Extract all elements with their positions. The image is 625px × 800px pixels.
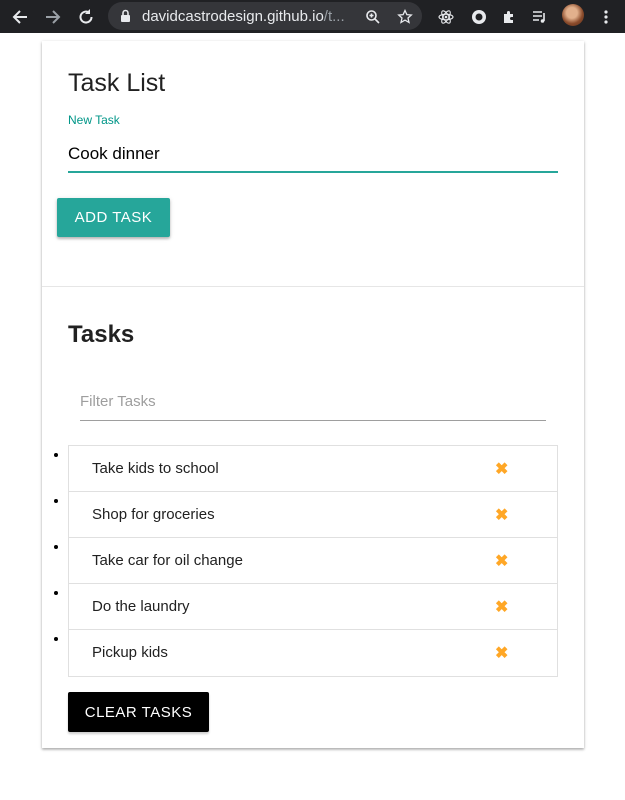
task-list: Take kids to school ✖ Shop for groceries…	[68, 445, 558, 677]
delete-task-icon[interactable]: ✖	[495, 459, 508, 479]
section-divider	[42, 286, 584, 287]
task-item: Pickup kids ✖	[69, 630, 557, 676]
task-text: Take kids to school	[92, 460, 219, 477]
browser-toolbar: davidcastrodesign.github.io/t...	[0, 0, 625, 33]
back-icon[interactable]	[8, 0, 32, 33]
task-text: Do the laundry	[92, 598, 190, 615]
menu-icon[interactable]	[596, 0, 616, 33]
task-text: Pickup kids	[92, 644, 168, 661]
forward-icon[interactable]	[41, 0, 65, 33]
page-title: Task List	[68, 69, 166, 97]
tasks-heading: Tasks	[68, 321, 135, 348]
task-text: Shop for groceries	[92, 506, 215, 523]
task-item: Do the laundry ✖	[69, 584, 557, 630]
clear-tasks-button[interactable]: Clear Tasks	[68, 692, 209, 732]
zoom-icon[interactable]	[363, 0, 383, 33]
delete-task-icon[interactable]: ✖	[495, 597, 508, 617]
new-task-input[interactable]	[68, 137, 558, 173]
react-devtools-icon[interactable]	[436, 0, 456, 33]
filter-tasks-input[interactable]	[80, 383, 546, 421]
task-item: Take car for oil change ✖	[69, 538, 557, 584]
task-text: Take car for oil change	[92, 552, 243, 569]
url-text: davidcastrodesign.github.io/t...	[142, 8, 345, 25]
task-card: Task List New Task Add Task Tasks Take k…	[42, 41, 584, 748]
lock-icon	[120, 9, 131, 28]
reload-icon[interactable]	[74, 0, 98, 33]
url-host: davidcastrodesign.github.io	[142, 8, 324, 25]
new-task-label: New Task	[68, 113, 120, 127]
delete-task-icon[interactable]: ✖	[495, 643, 508, 663]
delete-task-icon[interactable]: ✖	[495, 551, 508, 571]
avatar[interactable]	[562, 4, 584, 26]
task-item: Shop for groceries ✖	[69, 492, 557, 538]
star-icon[interactable]	[395, 0, 415, 33]
extension-circle-icon[interactable]	[469, 0, 489, 33]
delete-task-icon[interactable]: ✖	[495, 505, 508, 525]
url-rest: /t...	[323, 8, 345, 25]
media-queue-icon[interactable]	[530, 0, 550, 33]
add-task-button[interactable]: Add Task	[57, 198, 170, 237]
task-item: Take kids to school ✖	[69, 446, 557, 492]
puzzle-icon[interactable]	[499, 0, 519, 33]
